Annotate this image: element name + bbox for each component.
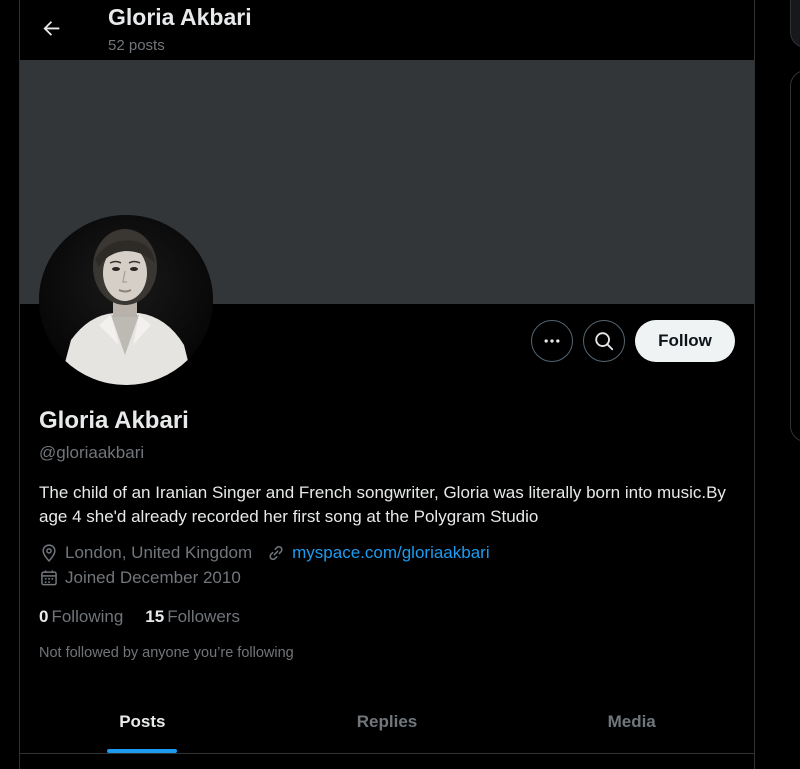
followers-count-link[interactable]: 15 Followers — [145, 607, 240, 627]
tab-replies[interactable]: Replies — [265, 690, 510, 753]
following-count-link[interactable]: 0 Following — [39, 607, 123, 627]
joined-text: Joined December 2010 — [65, 568, 241, 587]
active-tab-indicator — [107, 749, 178, 753]
profile-handle: @gloriaakbari — [39, 443, 145, 462]
top-bar: Gloria Akbari 52 posts — [20, 0, 754, 60]
right-sidebar — [790, 0, 800, 769]
location-item: London, United Kingdom — [39, 543, 252, 563]
tab-media-label: Media — [607, 711, 656, 731]
follow-counts: 0 Following 15 Followers — [39, 607, 262, 627]
search-icon — [595, 332, 614, 351]
profile-actions: Follow — [531, 320, 735, 362]
calendar-icon — [41, 570, 57, 586]
joined-row: Joined December 2010 — [39, 568, 255, 588]
location-pin-icon — [42, 544, 56, 562]
location-text: London, United Kingdom — [65, 543, 253, 562]
profile-column: Gloria Akbari 52 posts Follow Gloria Akb… — [19, 0, 755, 769]
link-icon — [269, 545, 283, 561]
avatar[interactable] — [39, 215, 213, 385]
sidebar-panel — [790, 70, 800, 442]
tab-media[interactable]: Media — [509, 690, 754, 753]
more-button[interactable] — [531, 320, 573, 362]
not-followed-notice: Not followed by anyone you’re following — [39, 645, 294, 661]
profile-tabs: Posts Replies Media — [20, 690, 754, 754]
tab-posts-label: Posts — [119, 711, 166, 731]
header-title: Gloria Akbari — [108, 4, 252, 30]
followers-count: 15 — [145, 607, 165, 626]
joined-item: Joined December 2010 — [39, 568, 241, 588]
website-item: myspace.com/gloriaakbari — [266, 543, 490, 563]
following-label: Following — [51, 607, 124, 626]
sidebar-search-box[interactable] — [790, 0, 800, 48]
display-name: Gloria Akbari — [39, 407, 189, 434]
following-count: 0 — [39, 607, 49, 626]
followers-label: Followers — [167, 607, 240, 626]
header-posts-count: 52 posts — [108, 37, 165, 54]
follow-button[interactable]: Follow — [635, 320, 735, 362]
back-arrow-icon — [43, 21, 60, 36]
search-button[interactable] — [583, 320, 625, 362]
tab-posts[interactable]: Posts — [20, 690, 265, 753]
profile-bio: The child of an Iranian Singer and Frenc… — [39, 483, 726, 526]
tab-replies-label: Replies — [356, 711, 418, 731]
more-icon — [544, 339, 560, 343]
profile-meta-row: London, United Kingdom myspace.com/glori… — [39, 543, 504, 563]
app-frame: Gloria Akbari 52 posts Follow Gloria Akb… — [0, 0, 800, 769]
website-link[interactable]: myspace.com/gloriaakbari — [292, 543, 489, 563]
back-button[interactable] — [34, 10, 70, 46]
